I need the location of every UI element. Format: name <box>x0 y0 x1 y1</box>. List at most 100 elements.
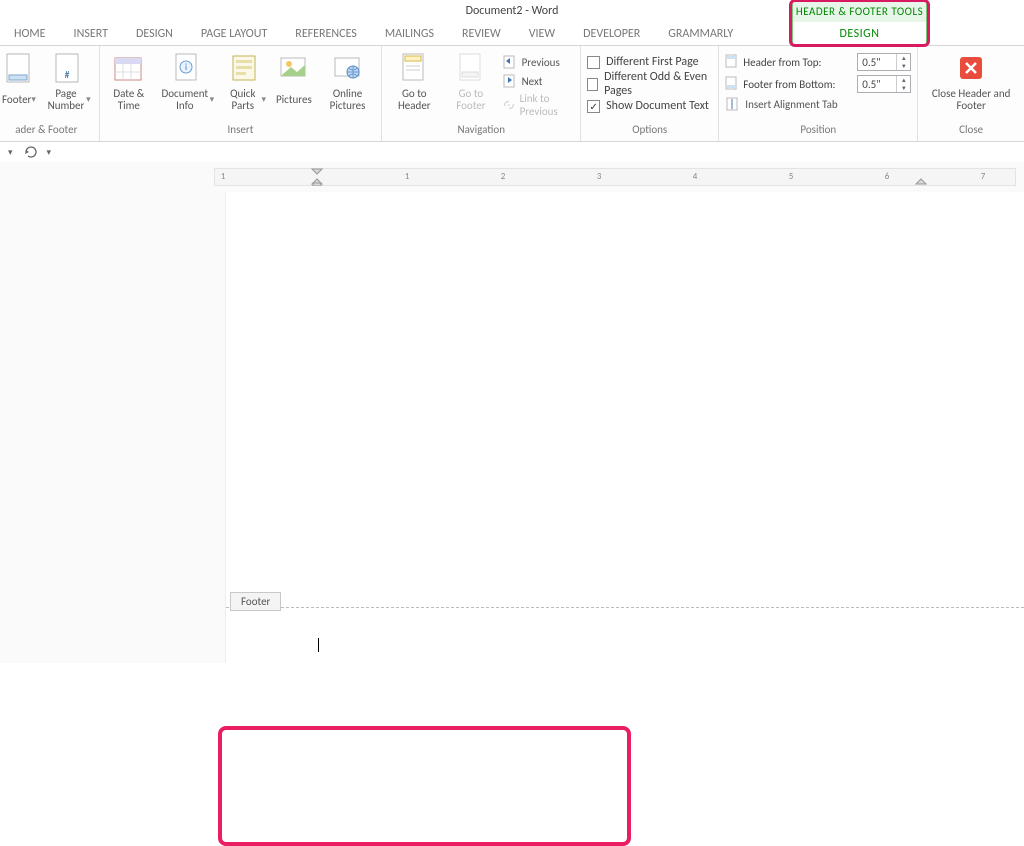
goto-header-icon <box>398 52 430 84</box>
quick-access-row: ▾ ▾ <box>0 142 1024 162</box>
next-label: Next <box>522 75 543 88</box>
group-label-nav: Navigation <box>388 123 574 139</box>
goto-header-button[interactable]: Go to Header <box>388 52 440 113</box>
footer-separator <box>226 607 1024 608</box>
header-from-top-row: Header from Top: 0.5" ▲▼ <box>725 52 911 72</box>
diff-first-label: Different First Page <box>606 55 698 69</box>
spin-up-icon[interactable]: ▲ <box>897 54 910 62</box>
quick-parts-icon <box>229 52 261 84</box>
goto-header-label: Go to Header <box>390 87 438 113</box>
tab-hf-design[interactable]: DESIGN <box>792 22 927 45</box>
goto-footer-button: Go to Footer <box>446 52 495 113</box>
quick-parts-label: Quick Parts <box>224 87 266 113</box>
tab-insert[interactable]: INSERT <box>60 22 122 45</box>
spin-up-icon[interactable]: ▲ <box>897 76 910 84</box>
close-hf-label: Close Header and Footer <box>926 87 1016 113</box>
pictures-icon <box>278 52 310 84</box>
header-top-icon <box>725 54 739 71</box>
ribbon: Footer # Page Number ader & Footer Date … <box>0 46 1024 142</box>
horizontal-ruler[interactable]: 1 1 2 3 4 5 6 7 <box>214 168 1016 186</box>
tab-review[interactable]: REVIEW <box>448 22 515 45</box>
group-label-hf: ader & Footer <box>0 123 93 139</box>
dropdown-caret-icon[interactable]: ▾ <box>8 147 13 158</box>
document-title: Document2 - Word <box>466 4 559 18</box>
header-footer-tools-tab: HEADER & FOOTER TOOLS <box>792 0 927 22</box>
close-header-footer-button[interactable]: Close Header and Footer <box>924 52 1018 113</box>
ruler-tick: 3 <box>597 171 602 182</box>
online-pictures-button[interactable]: Online Pictures <box>320 52 376 113</box>
tab-home[interactable]: HOME <box>0 22 60 45</box>
ruler-tick: 2 <box>501 171 506 182</box>
group-label-options: Options <box>587 123 712 139</box>
ruler-tick: 7 <box>981 171 986 182</box>
footer-from-bottom-value: 0.5" <box>858 78 896 91</box>
link-icon <box>502 97 516 113</box>
checkbox-icon <box>587 56 600 69</box>
page[interactable]: Footer <box>225 192 1024 663</box>
document-info-icon: i <box>171 52 203 84</box>
redo-icon[interactable] <box>23 144 37 161</box>
pictures-label: Pictures <box>276 87 312 113</box>
diff-odd-label: Different Odd & Even Pages <box>604 70 712 98</box>
date-time-label: Date & Time <box>108 87 150 113</box>
different-first-page-checkbox[interactable]: Different First Page <box>587 52 698 72</box>
tab-page-layout[interactable]: PAGE LAYOUT <box>187 22 281 45</box>
title-bar: Document2 - Word HEADER & FOOTER TOOLS <box>0 0 1024 22</box>
next-button[interactable]: Next <box>502 73 575 89</box>
header-from-top-label: Header from Top: <box>743 56 853 69</box>
insert-alignment-tab-button[interactable]: Insert Alignment Tab <box>725 96 837 112</box>
online-pictures-icon <box>332 52 364 84</box>
group-close: Close Header and Footer Close <box>918 46 1024 141</box>
qat-customize-caret-icon[interactable]: ▾ <box>47 147 52 158</box>
group-insert: Date & Time i Document Info Quick Parts … <box>100 46 383 141</box>
tab-design[interactable]: DESIGN <box>122 22 187 45</box>
tab-grammarly[interactable]: GRAMMARLY <box>654 22 747 45</box>
header-from-top-value: 0.5" <box>858 56 896 69</box>
close-icon <box>955 52 987 84</box>
different-odd-even-checkbox[interactable]: Different Odd & Even Pages <box>587 74 712 94</box>
tab-mailings[interactable]: MAILINGS <box>371 22 448 45</box>
checkbox-icon: ✓ <box>587 100 600 113</box>
document-info-button[interactable]: i Document Info <box>158 52 216 113</box>
spin-down-icon[interactable]: ▼ <box>897 84 910 92</box>
group-label-insert: Insert <box>106 123 376 139</box>
document-info-label: Document Info <box>160 87 214 113</box>
previous-icon <box>502 54 518 70</box>
ruler-tick: 1 <box>405 171 410 182</box>
tab-references[interactable]: REFERENCES <box>281 22 371 45</box>
group-label-close: Close <box>924 123 1018 139</box>
show-document-text-checkbox[interactable]: ✓ Show Document Text <box>587 96 709 116</box>
header-from-top-input[interactable]: 0.5" ▲▼ <box>857 53 911 71</box>
footer-icon <box>3 52 35 84</box>
tab-view[interactable]: VIEW <box>515 22 569 45</box>
quick-parts-button[interactable]: Quick Parts <box>222 52 268 113</box>
footer-from-bottom-label: Footer from Bottom: <box>743 78 853 91</box>
online-pictures-label: Online Pictures <box>322 87 374 113</box>
indent-marker-icon[interactable] <box>311 168 321 186</box>
page-number-button[interactable]: # Page Number <box>44 52 93 113</box>
footer-from-bottom-input[interactable]: 0.5" ▲▼ <box>857 75 911 93</box>
previous-button[interactable]: Previous <box>502 54 575 70</box>
right-indent-marker-icon[interactable] <box>915 168 925 186</box>
ribbon-tabs: HOME INSERT DESIGN PAGE LAYOUT REFERENCE… <box>0 22 1024 46</box>
show-doc-label: Show Document Text <box>606 99 709 113</box>
date-time-button[interactable]: Date & Time <box>106 52 152 113</box>
calendar-icon <box>113 52 145 84</box>
footer-button[interactable]: Footer <box>0 52 38 113</box>
page-number-icon: # <box>52 52 84 84</box>
svg-text:#: # <box>65 68 70 81</box>
footer-from-bottom-row: Footer from Bottom: 0.5" ▲▼ <box>725 74 911 94</box>
document-canvas: 1 1 2 3 4 5 6 7 Footer <box>0 162 1024 663</box>
checkbox-icon <box>587 78 598 91</box>
goto-footer-icon <box>455 52 487 84</box>
tab-developer[interactable]: DEVELOPER <box>569 22 654 45</box>
ruler-tick: 5 <box>789 171 794 182</box>
group-position: Header from Top: 0.5" ▲▼ Footer from Bot… <box>719 46 918 141</box>
next-icon <box>502 73 518 89</box>
spin-down-icon[interactable]: ▼ <box>897 62 910 70</box>
group-label-position: Position <box>725 123 911 139</box>
group-options: Different First Page Different Odd & Eve… <box>581 46 719 141</box>
annotation-highlight-footer <box>218 726 631 846</box>
pictures-button[interactable]: Pictures <box>274 52 314 113</box>
goto-footer-label: Go to Footer <box>448 87 493 113</box>
